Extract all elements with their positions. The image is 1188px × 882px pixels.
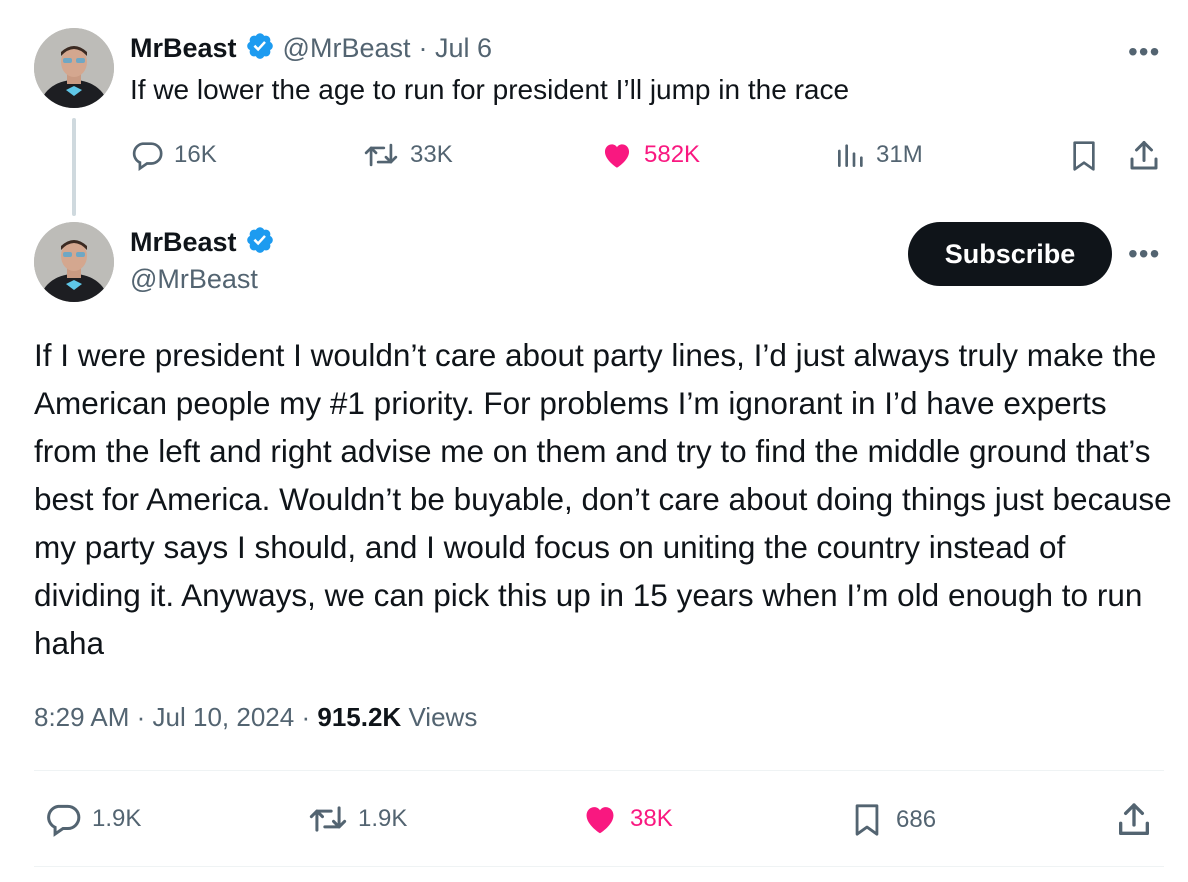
parent-reply-count: 16K (174, 141, 217, 168)
retweet-icon (362, 138, 400, 172)
heart-filled-icon (600, 138, 634, 172)
analytics-icon (834, 138, 866, 172)
bookmark-icon[interactable] (1068, 138, 1100, 174)
main-reply-count: 1.9K (92, 805, 142, 832)
main-reply-button[interactable]: 1.9K (44, 800, 141, 838)
parent-header: MrBeast @MrBeast · Jul 6 (130, 30, 492, 66)
parent-date[interactable]: · Jul 6 (418, 33, 492, 64)
thread-connector-line (72, 118, 76, 216)
tweet-date[interactable]: Jul 10, 2024 (153, 702, 295, 732)
parent-views-count: 31M (876, 141, 923, 168)
reply-icon (130, 138, 164, 172)
heart-filled-icon (580, 800, 620, 838)
main-more-icon[interactable]: ••• (1128, 240, 1160, 268)
meta-separator: · (301, 702, 311, 732)
parent-more-icon[interactable]: ••• (1128, 38, 1160, 66)
main-tweet-text: If I were president I wouldn’t care abou… (34, 337, 1172, 661)
parent-retweet-count: 33K (410, 141, 453, 168)
parent-avatar[interactable] (34, 28, 114, 108)
main-like-button[interactable]: 38K (580, 800, 673, 838)
bookmark-icon (850, 800, 884, 840)
main-header: MrBeast (130, 224, 275, 260)
main-like-count: 38K (630, 805, 673, 832)
main-retweet-count: 1.9K (358, 805, 408, 832)
divider (34, 866, 1164, 867)
main-author-name[interactable]: MrBeast (130, 227, 237, 258)
parent-handle[interactable]: @MrBeast (283, 33, 411, 64)
tweet-time[interactable]: 8:29 AM (34, 702, 129, 732)
verified-badge-icon (245, 31, 275, 66)
parent-retweet-button[interactable]: 33K (362, 138, 453, 172)
parent-reply-button[interactable]: 16K (130, 138, 217, 172)
meta-separator: · (136, 702, 146, 732)
verified-badge-icon (245, 225, 275, 260)
parent-like-count: 582K (644, 141, 701, 168)
reply-icon (44, 800, 82, 838)
main-avatar[interactable] (34, 222, 114, 302)
parent-author-name[interactable]: MrBeast (130, 33, 237, 64)
parent-tweet-text: If we lower the age to run for president… (130, 74, 850, 105)
views-label: Views (408, 702, 478, 732)
views-count: 915.2K (317, 702, 402, 732)
share-icon[interactable] (1114, 800, 1154, 840)
main-handle[interactable]: @MrBeast (130, 264, 258, 295)
parent-like-button[interactable]: 582K (600, 138, 700, 172)
tweet-metadata: 8:29 AM · Jul 10, 2024 · 915.2K Views (34, 702, 477, 733)
subscribe-button[interactable]: Subscribe (908, 222, 1112, 286)
main-bookmark-button[interactable]: 686 (850, 800, 936, 840)
parent-views-button[interactable]: 31M (834, 138, 923, 172)
retweet-icon (306, 800, 350, 838)
main-retweet-button[interactable]: 1.9K (306, 800, 407, 838)
main-bookmark-count: 686 (896, 806, 937, 833)
divider (34, 770, 1164, 771)
share-icon[interactable] (1126, 138, 1162, 174)
